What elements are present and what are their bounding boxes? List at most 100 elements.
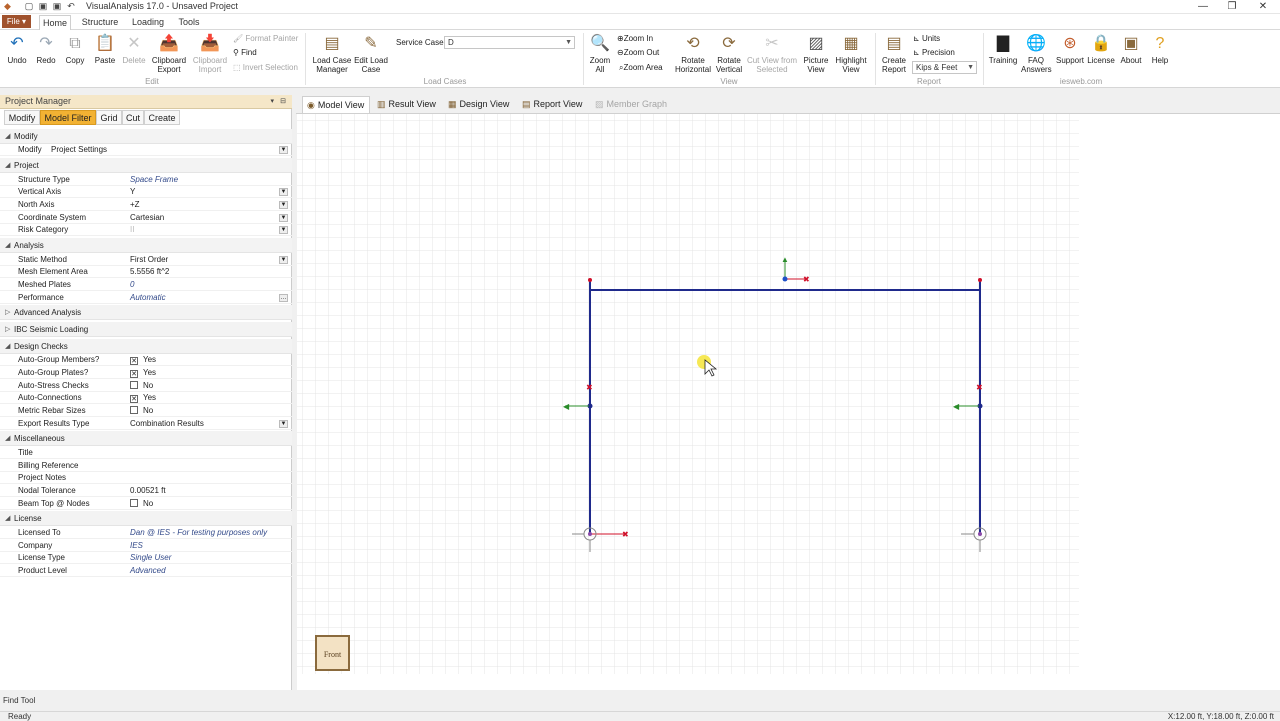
license-button[interactable]: 🔒 License <box>1086 34 1116 65</box>
node-base-left[interactable] <box>588 532 592 536</box>
category-miscellaneous[interactable]: ◢ Miscellaneous <box>0 431 292 446</box>
invert-selection-button[interactable]: ⬚ Invert Selection <box>233 63 298 72</box>
property-row-title[interactable]: Title <box>0 447 292 459</box>
checkbox-checked[interactable]: ✕ <box>130 370 138 378</box>
property-row-license-type[interactable]: License Type Single User <box>0 552 292 564</box>
property-row-risk-category[interactable]: Risk Category II ▼ <box>0 224 292 236</box>
units-button[interactable]: ⊾ Units <box>913 34 940 43</box>
property-row-coordinate-system[interactable]: Coordinate System Cartesian ▼ <box>0 212 292 224</box>
tab-home[interactable]: Home <box>39 15 71 30</box>
model-drawing[interactable]: ✖ ✖ ◀ ◀ ✖ ▲ ✖ Front <box>297 114 1280 690</box>
tab-model-view[interactable]: ◉ Model View <box>302 96 370 113</box>
property-row-company[interactable]: Company IES <box>0 540 292 552</box>
delete-button[interactable]: ✕ Delete <box>120 34 148 65</box>
property-row-auto-group-plates[interactable]: Auto-Group Plates? ✕ Yes <box>0 367 292 379</box>
category-ibc-seismic[interactable]: ▷ IBC Seismic Loading <box>0 322 292 337</box>
checkbox-unchecked[interactable] <box>130 499 138 507</box>
checkbox-unchecked[interactable] <box>130 406 138 414</box>
highlight-view-button[interactable]: ▦ Highlight View <box>832 34 870 74</box>
pm-tab-grid[interactable]: Grid <box>96 110 122 125</box>
chevron-down-icon[interactable]: ▼ <box>279 201 288 209</box>
service-case-select[interactable]: D ▼ <box>444 36 575 49</box>
pm-tab-cut[interactable]: Cut <box>122 110 144 125</box>
picture-view-button[interactable]: ▨ Picture View <box>800 34 832 74</box>
zoom-out-button[interactable]: ⊖Zoom Out <box>617 48 659 57</box>
chevron-down-icon[interactable]: ▼ <box>279 146 288 154</box>
property-row-billing-reference[interactable]: Billing Reference <box>0 460 292 472</box>
tab-member-graph[interactable]: ▨ Member Graph <box>591 96 677 113</box>
maximize-button[interactable]: ❐ <box>1219 1 1245 12</box>
tab-tools[interactable]: Tools <box>176 15 202 30</box>
property-row-performance[interactable]: Performance Automatic… <box>0 292 292 304</box>
category-modify[interactable]: ◢ Modify <box>0 129 292 144</box>
property-row-vertical-axis[interactable]: Vertical Axis Y ▼ <box>0 186 292 198</box>
undo-button[interactable]: ↶ Undo <box>4 34 30 65</box>
property-row-mesh-element-area[interactable]: Mesh Element Area 5.5556 ft^2 <box>0 266 292 278</box>
save-icon[interactable]: ▣ <box>38 1 48 12</box>
find-button[interactable]: ⚲ Find <box>233 48 257 57</box>
tab-result-view[interactable]: ▥ Result View <box>373 96 441 113</box>
category-design-checks[interactable]: ◢ Design Checks <box>0 339 292 354</box>
property-row-project-notes[interactable]: Project Notes <box>0 472 292 484</box>
tab-design-view[interactable]: ▦ Design View <box>444 96 516 113</box>
pm-tab-modify[interactable]: Modify <box>4 110 40 125</box>
pin-icon[interactable]: ⊟ <box>280 95 286 108</box>
property-row-beam-top-nodes[interactable]: Beam Top @ Nodes No <box>0 498 292 510</box>
property-row-meshed-plates[interactable]: Meshed Plates 0 <box>0 279 292 291</box>
tab-loading[interactable]: Loading <box>128 15 168 30</box>
category-advanced-analysis[interactable]: ▷ Advanced Analysis <box>0 305 292 320</box>
tab-report-view[interactable]: ▤ Report View <box>518 96 590 113</box>
clipboard-import-button[interactable]: 📥 Clipboard Import <box>190 34 230 74</box>
training-button[interactable]: ▇ Training <box>987 34 1019 65</box>
pm-tab-model-filter[interactable]: Model Filter <box>40 110 96 125</box>
tab-structure[interactable]: Structure <box>80 15 120 30</box>
undo-quick-icon[interactable]: ↶ <box>66 1 76 12</box>
format-painter-button[interactable]: 🖌 Format Painter <box>233 34 298 43</box>
about-button[interactable]: ▣ About <box>1117 34 1145 65</box>
checkbox-checked[interactable]: ✕ <box>130 395 138 403</box>
property-row-export-results-type[interactable]: Export Results Type Combination Results ▼ <box>0 418 292 430</box>
file-menu-button[interactable]: File ▾ <box>2 15 31 28</box>
chevron-down-icon[interactable]: ▼ <box>279 188 288 196</box>
edit-load-case-button[interactable]: ✎ Edit Load Case <box>353 34 389 74</box>
chevron-down-icon[interactable]: ▼ <box>279 214 288 222</box>
checkbox-unchecked[interactable] <box>130 381 138 389</box>
category-license[interactable]: ◢ License <box>0 511 292 526</box>
cut-view-button[interactable]: ✂ Cut View from Selected <box>745 34 799 74</box>
model-canvas[interactable]: ✖ ✖ ◀ ◀ ✖ ▲ ✖ Front <box>297 114 1280 690</box>
clipboard-export-button[interactable]: 📤 Clipboard Export <box>149 34 189 74</box>
property-row-auto-stress-checks[interactable]: Auto-Stress Checks No <box>0 380 292 392</box>
chevron-down-icon[interactable]: ▼ <box>279 420 288 428</box>
rotate-vertical-button[interactable]: ⟳ Rotate Vertical <box>713 34 745 74</box>
faq-button[interactable]: 🌐 FAQ Answers <box>1021 34 1052 74</box>
create-report-button[interactable]: ▤ Create Report <box>879 34 909 74</box>
property-row-auto-group-members[interactable]: Auto-Group Members? ✕ Yes <box>0 354 292 366</box>
property-row-auto-connections[interactable]: Auto-Connections ✕ Yes <box>0 392 292 404</box>
copy-button[interactable]: ⧉ Copy <box>62 34 88 65</box>
property-row-structure-type[interactable]: Structure Type Space Frame <box>0 174 292 186</box>
property-row-product-level[interactable]: Product Level Advanced <box>0 565 292 577</box>
property-row-static-method[interactable]: Static Method First Order ▼ <box>0 254 292 266</box>
zoom-in-button[interactable]: ⊕Zoom In <box>617 34 653 43</box>
find-tool-label[interactable]: Find Tool <box>3 696 35 705</box>
category-analysis[interactable]: ◢ Analysis <box>0 238 292 253</box>
ellipsis-icon[interactable]: … <box>279 294 288 302</box>
minimize-button[interactable]: — <box>1190 1 1216 12</box>
property-row-metric-rebar-sizes[interactable]: Metric Rebar Sizes No <box>0 405 292 417</box>
close-button[interactable]: ✕ <box>1250 1 1276 12</box>
zoom-area-button[interactable]: ⌕Zoom Area <box>619 63 663 73</box>
node-top-left[interactable] <box>588 278 592 282</box>
category-project[interactable]: ◢ Project <box>0 158 292 173</box>
rotate-horizontal-button[interactable]: ⟲ Rotate Horizontal <box>673 34 713 74</box>
panel-menu-icon[interactable]: ▾ <box>270 95 274 108</box>
node-base-right[interactable] <box>978 532 982 536</box>
precision-button[interactable]: ⊾ Precision <box>913 48 955 57</box>
pm-tab-create[interactable]: Create <box>144 110 180 125</box>
save-as-icon[interactable]: ▣ <box>52 1 62 12</box>
redo-button[interactable]: ↷ Redo <box>33 34 59 65</box>
chevron-down-icon[interactable]: ▼ <box>279 226 288 234</box>
property-row-nodal-tolerance[interactable]: Nodal Tolerance 0.00521 ft <box>0 485 292 497</box>
help-button[interactable]: ? Help <box>1146 34 1174 65</box>
checkbox-checked[interactable]: ✕ <box>130 357 138 365</box>
property-row-licensed-to[interactable]: Licensed To Dan @ IES - For testing purpo… <box>0 527 292 539</box>
